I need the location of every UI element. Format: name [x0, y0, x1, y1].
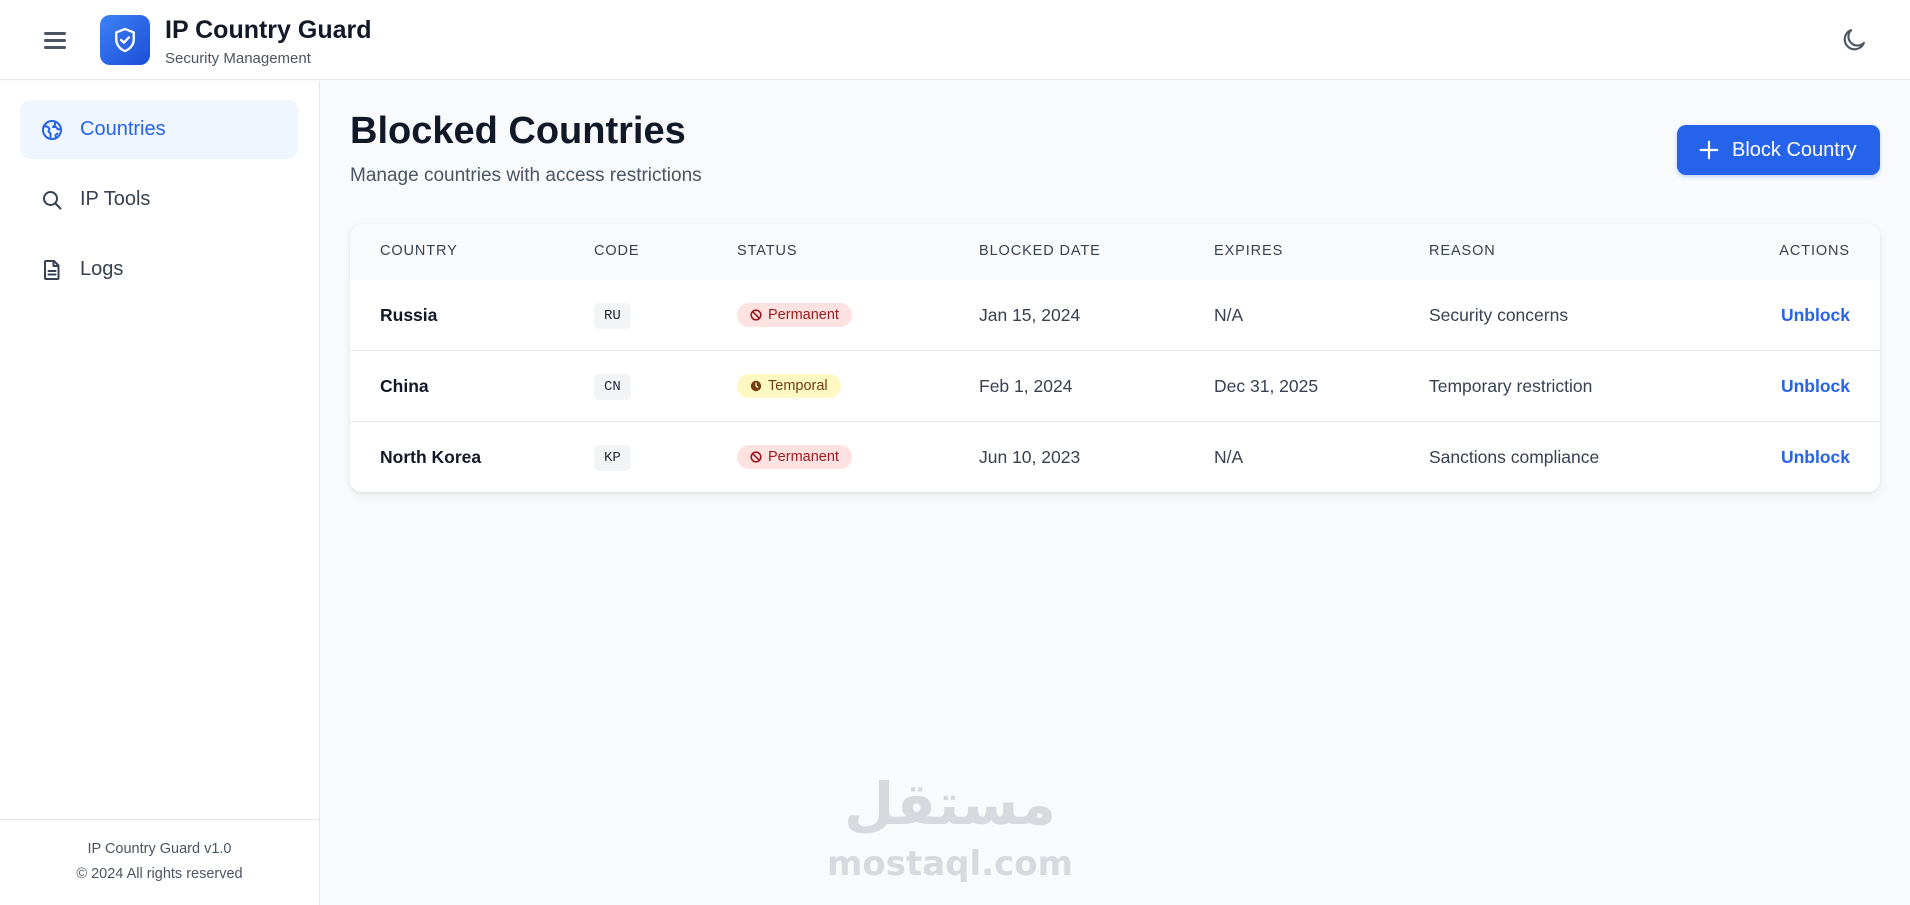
unblock-link[interactable]: Unblock: [1781, 447, 1850, 468]
hamburger-icon[interactable]: [40, 27, 70, 53]
table-row: North Korea KP Permanent Jun 10, 2023 N/…: [350, 422, 1880, 492]
page-title: Blocked Countries: [350, 110, 686, 152]
country-name: Russia: [380, 305, 438, 325]
country-code: KP: [594, 445, 631, 471]
status-label: Temporal: [768, 378, 828, 394]
sidebar: Countries IP Tools Logs IP Country Guard…: [0, 81, 320, 905]
watermark-arabic: مستقل: [843, 770, 1057, 838]
country-code: CN: [594, 374, 631, 400]
block-reason: Temporary restriction: [1429, 376, 1593, 396]
sidebar-item-label: Logs: [80, 258, 124, 280]
document-icon: [40, 258, 64, 282]
table-row: Russia RU Permanent Jan 15, 2024 N/A Sec…: [350, 280, 1880, 351]
shield-check-icon: [100, 15, 150, 65]
sidebar-item-label: IP Tools: [80, 188, 151, 210]
app-subtitle: Security Management: [165, 50, 311, 67]
table-header: COUNTRY CODE STATUS BLOCKED DATE EXPIRES…: [350, 224, 1880, 280]
column-header-reason: REASON: [1429, 243, 1496, 259]
copyright: © 2024 All rights reserved: [76, 866, 243, 882]
blocked-date: Feb 1, 2024: [979, 376, 1073, 396]
expires-date: N/A: [1214, 305, 1244, 325]
unblock-link[interactable]: Unblock: [1781, 376, 1850, 397]
sidebar-item-label: Countries: [80, 118, 166, 140]
app-title: IP Country Guard: [165, 16, 372, 44]
status-label: Permanent: [768, 307, 839, 323]
globe-icon: [40, 118, 64, 142]
column-header-actions: ACTIONS: [1779, 243, 1850, 259]
expires-date: N/A: [1214, 447, 1244, 467]
sidebar-item-countries[interactable]: Countries: [20, 100, 298, 159]
column-header-blocked-date: BLOCKED DATE: [979, 243, 1101, 259]
unblock-link[interactable]: Unblock: [1781, 305, 1850, 326]
status-badge: Temporal: [737, 374, 841, 398]
app-header: IP Country Guard Security Management: [0, 0, 1910, 80]
block-reason: Security concerns: [1429, 305, 1569, 325]
column-header-status: STATUS: [737, 243, 798, 259]
ban-icon: [750, 309, 762, 321]
blocked-date: Jan 15, 2024: [979, 305, 1081, 325]
column-header-country: COUNTRY: [380, 243, 458, 259]
expires-date: Dec 31, 2025: [1214, 376, 1319, 396]
moon-icon[interactable]: [1840, 26, 1868, 54]
status-label: Permanent: [768, 449, 839, 465]
ban-icon: [750, 451, 762, 463]
sidebar-item-logs[interactable]: Logs: [20, 240, 298, 299]
watermark-latin: mostaql.com: [826, 844, 1074, 884]
country-name: North Korea: [380, 447, 482, 467]
plus-icon: [1698, 139, 1720, 161]
column-header-expires: EXPIRES: [1214, 243, 1284, 259]
block-reason: Sanctions compliance: [1429, 447, 1600, 467]
sidebar-footer: IP Country Guard v1.0 © 2024 All rights …: [0, 819, 319, 905]
country-name: China: [380, 376, 429, 396]
table-row: China CN Temporal Feb 1, 2024 Dec 31, 20…: [350, 351, 1880, 422]
block-country-button[interactable]: Block Country: [1677, 125, 1880, 175]
sidebar-item-ip-tools[interactable]: IP Tools: [20, 170, 298, 229]
page-subtitle: Manage countries with access restriction…: [350, 165, 702, 186]
clock-icon: [750, 380, 762, 392]
country-code: RU: [594, 303, 631, 329]
block-country-label: Block Country: [1732, 139, 1857, 161]
search-icon: [40, 188, 64, 212]
status-badge: Permanent: [737, 303, 852, 327]
blocked-date: Jun 10, 2023: [979, 447, 1081, 467]
app-version: IP Country Guard v1.0: [87, 841, 232, 857]
blocked-countries-table: COUNTRY CODE STATUS BLOCKED DATE EXPIRES…: [350, 224, 1880, 492]
status-badge: Permanent: [737, 445, 852, 469]
column-header-code: CODE: [594, 243, 640, 259]
watermark: مستقل mostaql.com: [820, 770, 1080, 890]
